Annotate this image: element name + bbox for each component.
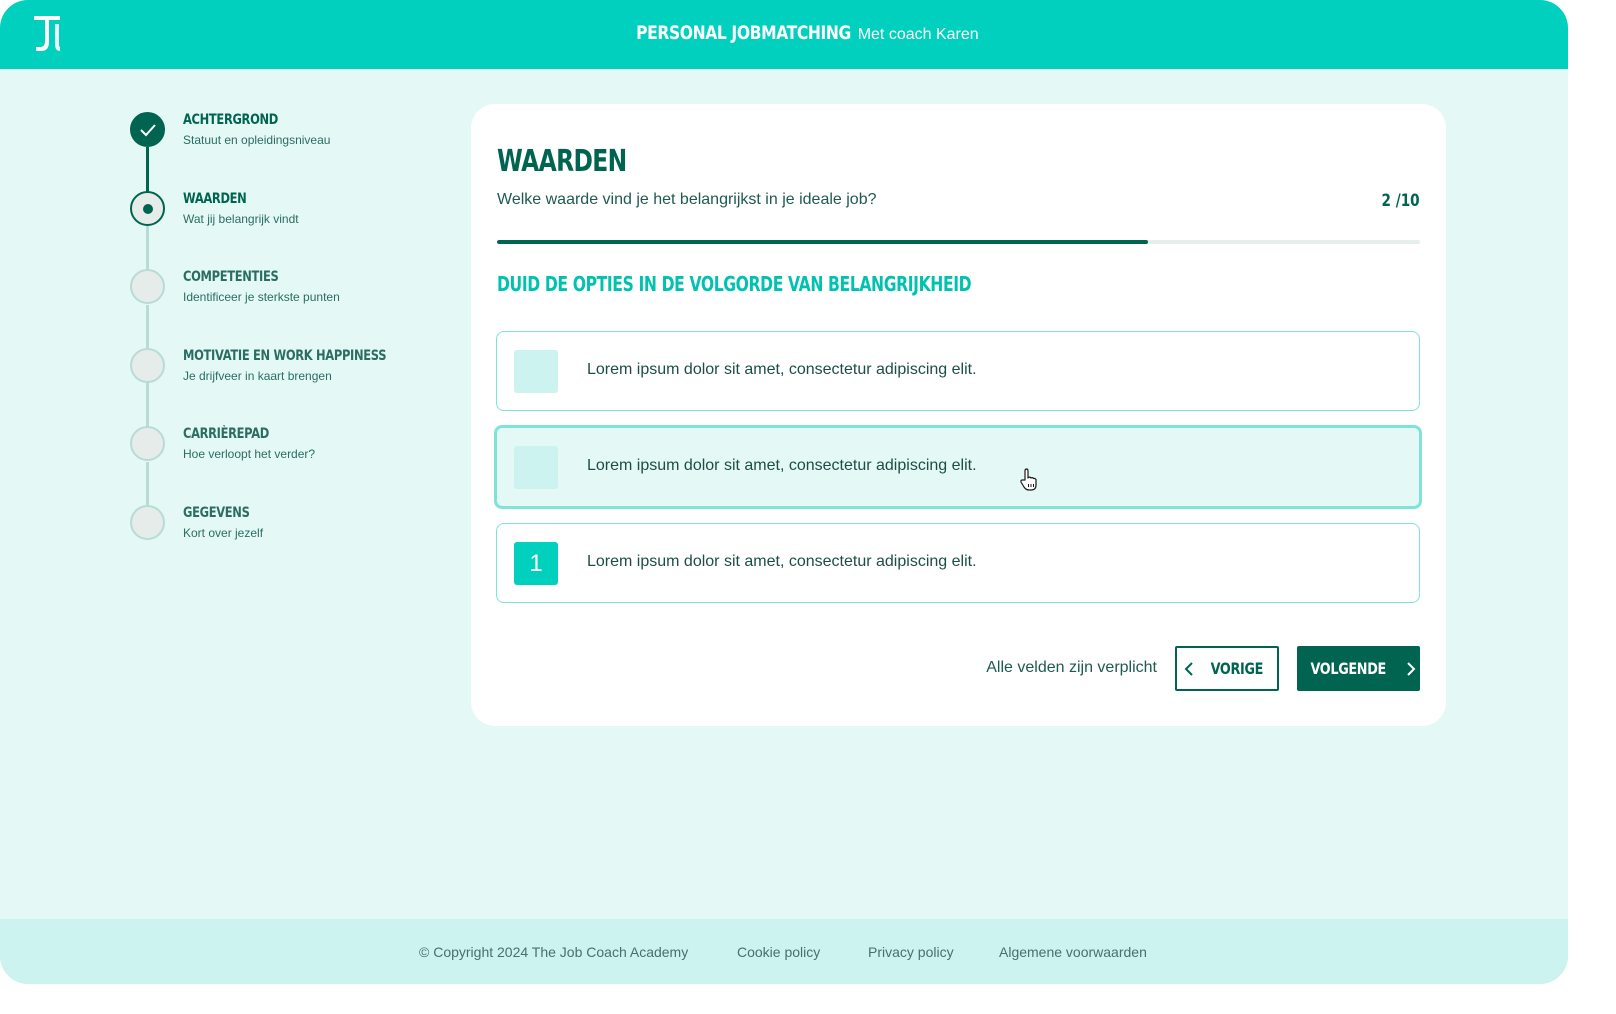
step-label: MOTIVATIE EN WORK HAPPINESS: [183, 348, 387, 364]
option-text: Lorem ipsum dolor sit amet, consectetur …: [587, 361, 977, 378]
previous-label: VORIGE: [1210, 659, 1264, 678]
question-text: Welke waarde vind je het belangrijkst in…: [497, 191, 877, 208]
ranking-option[interactable]: Lorem ipsum dolor sit amet, consectetur …: [494, 425, 1422, 509]
step-subtitle: Kort over jezelf: [183, 526, 264, 540]
ranking-option[interactable]: Lorem ipsum dolor sit amet, consectetur …: [496, 331, 1420, 411]
step-label: WAARDEN: [183, 191, 247, 207]
chevron-left-icon: [1184, 661, 1193, 676]
step-label: GEGEVENS: [183, 505, 250, 521]
step-subtitle: Je drijfveer in kaart brengen: [183, 369, 332, 383]
step-label: CARRIÈREPAD: [183, 426, 269, 442]
step-done-circle: [130, 112, 165, 147]
rank-box[interactable]: [514, 446, 558, 489]
step-todo-circle: [130, 348, 165, 383]
step-connector: [146, 383, 149, 428]
option-text: Lorem ipsum dolor sit amet, consectetur …: [587, 553, 977, 570]
ranking-option[interactable]: 1 Lorem ipsum dolor sit amet, consectetu…: [496, 523, 1420, 603]
terms-link[interactable]: Algemene voorwaarden: [999, 944, 1147, 960]
footer: © Copyright 2024 The Job Coach Academy C…: [0, 919, 1568, 984]
cookie-policy-link[interactable]: Cookie policy: [737, 944, 820, 960]
step-connector: [146, 147, 149, 192]
step-connector: [146, 226, 149, 271]
progress-stepper: ACHTERGROND Statuut en opleidingsniveau …: [130, 112, 430, 542]
coach-name: Met coach Karen: [857, 26, 979, 43]
previous-button[interactable]: VORIGE: [1175, 646, 1279, 691]
next-button[interactable]: VOLGENDE: [1297, 646, 1420, 691]
option-text: Lorem ipsum dolor sit amet, consectetur …: [587, 457, 977, 474]
progress-bar: [497, 240, 1420, 244]
step-subtitle: Identificeer je sterkste punten: [183, 290, 340, 304]
header-title: PERSONAL JOBMATCHING Met coach Karen: [0, 22, 1568, 44]
step-competenties[interactable]: COMPETENTIES Identificeer je sterkste pu…: [130, 269, 430, 309]
step-connector: [146, 305, 149, 348]
required-note: Alle velden zijn verplicht: [986, 659, 1157, 676]
step-todo-circle: [130, 426, 165, 461]
step-achtergrond[interactable]: ACHTERGROND Statuut en opleidingsniveau: [130, 112, 430, 152]
top-bar: PERSONAL JOBMATCHING Met coach Karen: [0, 0, 1568, 69]
step-connector: [146, 462, 149, 505]
progress-fill: [497, 240, 1148, 244]
brand-title: PERSONAL JOBMATCHING: [636, 22, 852, 44]
app-frame: PERSONAL JOBMATCHING Met coach Karen ACH…: [0, 0, 1568, 984]
step-subtitle: Hoe verloopt het verder?: [183, 447, 316, 461]
rank-box[interactable]: [514, 350, 558, 393]
step-subtitle: Wat jij belangrijk vindt: [183, 212, 299, 226]
question-card: WAARDEN Welke waarde vind je het belangr…: [471, 104, 1446, 726]
step-todo-circle: [130, 505, 165, 540]
copyright-text: © Copyright 2024 The Job Coach Academy: [419, 944, 689, 960]
step-waarden[interactable]: WAARDEN Wat jij belangrijk vindt: [130, 191, 430, 231]
current-dot-icon: [143, 204, 153, 214]
step-subtitle: Statuut en opleidingsniveau: [183, 133, 331, 147]
hand-pointer-icon: [1019, 468, 1039, 497]
chevron-right-icon: [1406, 661, 1416, 676]
question-counter: 2 /10: [1381, 191, 1420, 211]
step-todo-circle: [130, 269, 165, 304]
step-label: COMPETENTIES: [183, 269, 279, 285]
step-gegevens[interactable]: GEGEVENS Kort over jezelf: [130, 505, 430, 545]
rank-box[interactable]: 1: [514, 542, 558, 585]
step-current-circle: [130, 191, 165, 226]
privacy-policy-link[interactable]: Privacy policy: [868, 944, 954, 960]
checkmark-icon: [140, 124, 156, 137]
next-label: VOLGENDE: [1310, 659, 1387, 678]
step-carrierepad[interactable]: CARRIÈREPAD Hoe verloopt het verder?: [130, 426, 430, 466]
ranking-instruction: DUID DE OPTIES IN DE VOLGORDE VAN BELANG…: [497, 272, 972, 296]
card-title: WAARDEN: [497, 144, 627, 179]
step-label: ACHTERGROND: [183, 112, 278, 128]
step-motivatie[interactable]: MOTIVATIE EN WORK HAPPINESS Je drijfveer…: [130, 348, 430, 388]
